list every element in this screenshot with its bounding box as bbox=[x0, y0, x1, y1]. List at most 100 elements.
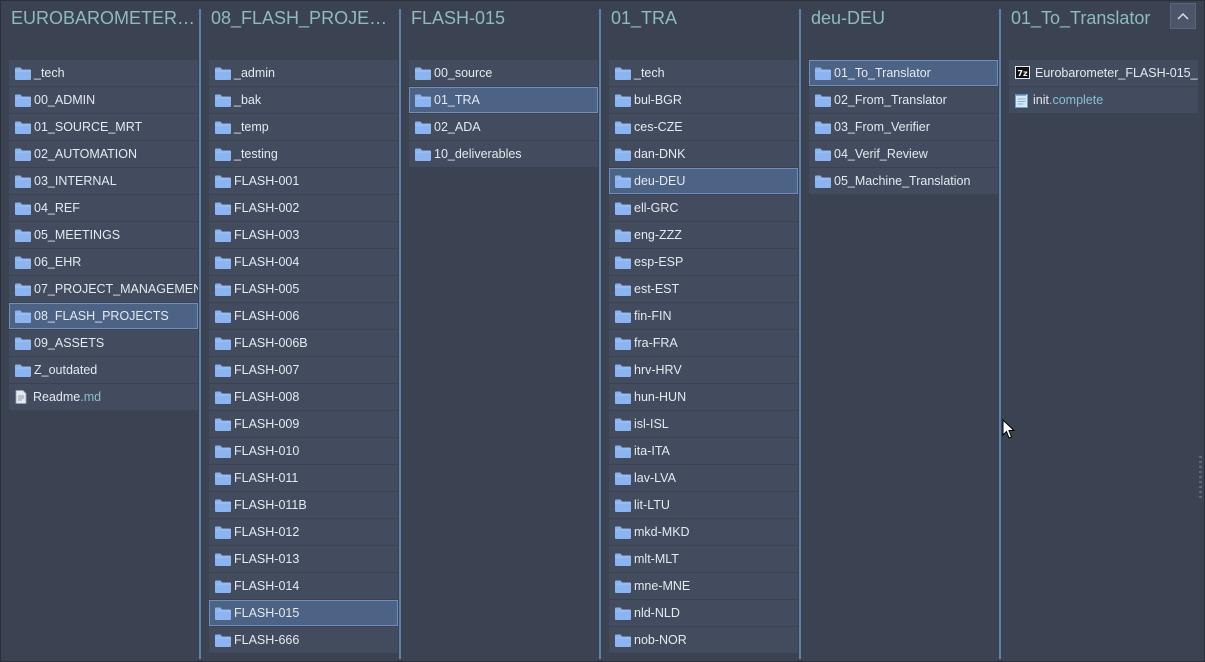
list-item[interactable]: 04_Verif_Review bbox=[809, 141, 998, 167]
list-item[interactable]: _temp bbox=[209, 114, 398, 140]
item-label: FLASH-007 bbox=[234, 363, 300, 377]
svg-text:7z: 7z bbox=[1017, 69, 1028, 78]
list-item[interactable]: est-EST bbox=[609, 276, 798, 302]
item-label: _tech bbox=[34, 66, 65, 80]
list-item[interactable]: ell-GRC bbox=[609, 195, 798, 221]
list-item[interactable]: FLASH-009 bbox=[209, 411, 398, 437]
chevron-up-icon bbox=[1177, 12, 1189, 20]
list-item[interactable]: FLASH-003 bbox=[209, 222, 398, 248]
list-item[interactable]: FLASH-008 bbox=[209, 384, 398, 410]
list-item[interactable]: 06_EHR bbox=[9, 249, 198, 275]
column-divider[interactable] bbox=[399, 9, 401, 659]
list-item[interactable]: deu-DEU bbox=[609, 168, 798, 194]
list-item[interactable]: FLASH-013 bbox=[209, 546, 398, 572]
list-item[interactable]: hun-HUN bbox=[609, 384, 798, 410]
column-divider[interactable] bbox=[199, 9, 201, 659]
list-item[interactable]: ita-ITA bbox=[609, 438, 798, 464]
item-label: FLASH-010 bbox=[234, 444, 300, 458]
list-item[interactable]: mne-MNE bbox=[609, 573, 798, 599]
folder-icon bbox=[15, 175, 31, 188]
item-label: eng-ZZZ bbox=[634, 228, 682, 242]
folder-icon bbox=[615, 418, 631, 431]
resize-grip[interactable] bbox=[1199, 456, 1202, 501]
list-item[interactable]: 10_deliverables bbox=[409, 141, 598, 167]
item-label: 01_SOURCE_MRT bbox=[34, 120, 143, 134]
list-item[interactable]: nld-NLD bbox=[609, 600, 798, 626]
folder-icon bbox=[215, 283, 231, 296]
item-label: Readme bbox=[33, 390, 81, 404]
list-item[interactable]: FLASH-015 bbox=[209, 600, 398, 626]
list-item[interactable]: FLASH-011B bbox=[209, 492, 398, 518]
list-item[interactable]: hrv-HRV bbox=[609, 357, 798, 383]
item-label: 05_Machine_Translation bbox=[834, 174, 971, 188]
list-item[interactable]: FLASH-004 bbox=[209, 249, 398, 275]
list-item[interactable]: Z_outdated bbox=[9, 357, 198, 383]
list-item[interactable]: 03_INTERNAL bbox=[9, 168, 198, 194]
list-item[interactable]: eng-ZZZ bbox=[609, 222, 798, 248]
folder-icon bbox=[15, 364, 31, 377]
folder-icon bbox=[215, 580, 231, 593]
item-label: lit-LTU bbox=[634, 498, 670, 512]
list-item[interactable]: 7z Eurobarometer_FLASH-015_... bbox=[1009, 60, 1198, 86]
list-item[interactable]: 07_PROJECT_MANAGEMENT bbox=[9, 276, 198, 302]
list-item[interactable]: 05_Machine_Translation bbox=[809, 168, 998, 194]
list-item[interactable]: FLASH-001 bbox=[209, 168, 398, 194]
list-item[interactable]: mkd-MKD bbox=[609, 519, 798, 545]
folder-icon bbox=[215, 391, 231, 404]
list-item[interactable]: init .complete bbox=[1009, 87, 1198, 113]
list-item[interactable]: fin-FIN bbox=[609, 303, 798, 329]
list-item[interactable]: 01_SOURCE_MRT bbox=[9, 114, 198, 140]
list-item[interactable]: FLASH-012 bbox=[209, 519, 398, 545]
list-item[interactable]: 00_source bbox=[409, 60, 598, 86]
list-item[interactable]: Readme .md bbox=[9, 384, 198, 410]
list-item[interactable]: FLASH-006 bbox=[209, 303, 398, 329]
list-item[interactable]: FLASH-006B bbox=[209, 330, 398, 356]
list-item[interactable]: FLASH-011 bbox=[209, 465, 398, 491]
scroll-up-button[interactable] bbox=[1170, 3, 1196, 29]
list-item[interactable]: 00_ADMIN bbox=[9, 87, 198, 113]
column-title: 01_To_Translator bbox=[1011, 8, 1151, 28]
column-divider[interactable] bbox=[799, 9, 801, 659]
item-label: 07_PROJECT_MANAGEMENT bbox=[34, 282, 198, 296]
list-item[interactable]: _tech bbox=[609, 60, 798, 86]
list-item[interactable]: _admin bbox=[209, 60, 398, 86]
list-item[interactable]: 03_From_Verifier bbox=[809, 114, 998, 140]
list-item[interactable]: lit-LTU bbox=[609, 492, 798, 518]
column-divider[interactable] bbox=[999, 9, 1001, 659]
list-item[interactable]: 09_ASSETS bbox=[9, 330, 198, 356]
folder-icon bbox=[15, 283, 31, 296]
item-label: _testing bbox=[234, 147, 278, 161]
list-item[interactable]: 08_FLASH_PROJECTS bbox=[9, 303, 198, 329]
list-item[interactable]: 02_ADA bbox=[409, 114, 598, 140]
item-label: 01_To_Translator bbox=[834, 66, 931, 80]
list-item[interactable]: FLASH-007 bbox=[209, 357, 398, 383]
column-divider[interactable] bbox=[599, 9, 601, 659]
list-item[interactable]: isl-ISL bbox=[609, 411, 798, 437]
list-item[interactable]: 05_MEETINGS bbox=[9, 222, 198, 248]
list-item[interactable]: FLASH-014 bbox=[209, 573, 398, 599]
list-item[interactable]: FLASH-010 bbox=[209, 438, 398, 464]
list-item[interactable]: ces-CZE bbox=[609, 114, 798, 140]
list-item[interactable]: 01_TRA bbox=[409, 87, 598, 113]
list-item[interactable]: 01_To_Translator bbox=[809, 60, 998, 86]
list-item[interactable]: 02_AUTOMATION bbox=[9, 141, 198, 167]
list-item[interactable]: FLASH-666 bbox=[209, 627, 398, 653]
list-item[interactable]: FLASH-002 bbox=[209, 195, 398, 221]
list-item[interactable]: FLASH-005 bbox=[209, 276, 398, 302]
list-item[interactable]: 02_From_Translator bbox=[809, 87, 998, 113]
list-item[interactable]: 04_REF bbox=[9, 195, 198, 221]
list-item[interactable]: lav-LVA bbox=[609, 465, 798, 491]
item-label: init bbox=[1033, 93, 1049, 107]
list-item[interactable]: mlt-MLT bbox=[609, 546, 798, 572]
list-item[interactable]: bul-BGR bbox=[609, 87, 798, 113]
list-item[interactable]: fra-FRA bbox=[609, 330, 798, 356]
item-label: FLASH-008 bbox=[234, 390, 300, 404]
list-item[interactable]: _tech bbox=[9, 60, 198, 86]
list-item[interactable]: _bak bbox=[209, 87, 398, 113]
item-label: 03_From_Verifier bbox=[834, 120, 930, 134]
item-label: dan-DNK bbox=[634, 147, 686, 161]
list-item[interactable]: dan-DNK bbox=[609, 141, 798, 167]
list-item[interactable]: _testing bbox=[209, 141, 398, 167]
list-item[interactable]: nob-NOR bbox=[609, 627, 798, 653]
list-item[interactable]: esp-ESP bbox=[609, 249, 798, 275]
